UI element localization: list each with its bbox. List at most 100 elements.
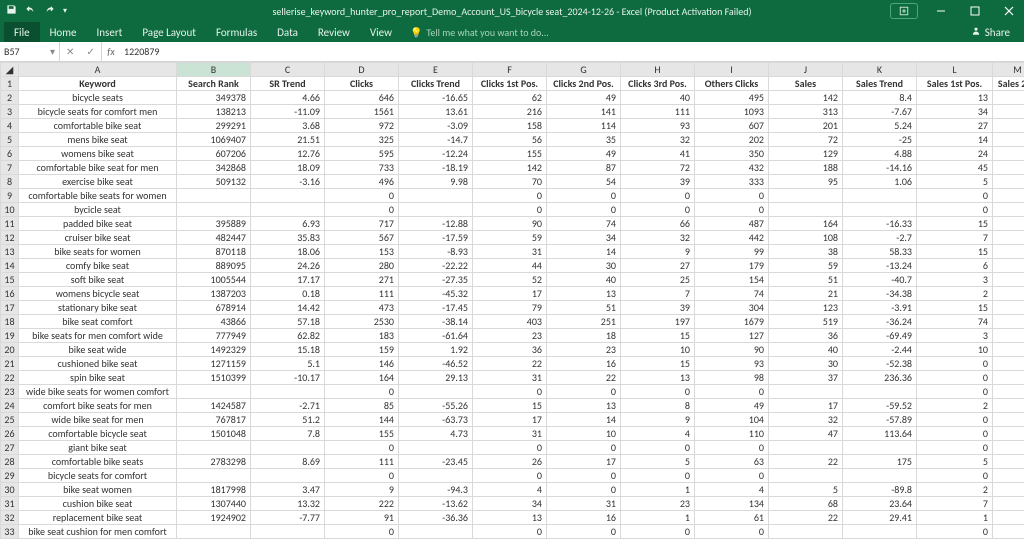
cell[interactable]: 0 <box>473 189 547 203</box>
cell[interactable]: 1561 <box>325 105 399 119</box>
cell[interactable]: 54 <box>547 175 621 189</box>
cell[interactable]: 24.26 <box>251 259 325 273</box>
cell[interactable]: -3.09 <box>399 119 473 133</box>
cell[interactable] <box>843 189 917 203</box>
cell[interactable] <box>399 385 473 399</box>
cell[interactable]: 0 <box>473 469 547 483</box>
cell[interactable]: 164 <box>325 371 399 385</box>
qat-dropdown-icon[interactable]: ▾ <box>63 6 67 16</box>
cell[interactable] <box>399 189 473 203</box>
cell[interactable]: 29.13 <box>399 371 473 385</box>
cell[interactable]: 113.64 <box>843 427 917 441</box>
cell[interactable]: 8 <box>993 147 1024 161</box>
cell[interactable]: 1501048 <box>177 427 251 441</box>
cell[interactable]: 2783298 <box>177 455 251 469</box>
cell[interactable]: Sales 1st Pos. <box>917 77 993 91</box>
cell[interactable]: 93 <box>695 357 769 371</box>
close-icon[interactable] <box>994 0 1024 22</box>
cell[interactable]: comfy bike seat <box>19 259 177 273</box>
cell[interactable]: 72 <box>621 161 695 175</box>
cell[interactable]: -7.77 <box>251 511 325 525</box>
cell[interactable]: 12.76 <box>251 147 325 161</box>
row-header[interactable]: 12 <box>1 231 19 245</box>
cell[interactable]: 0 <box>325 385 399 399</box>
row-header[interactable]: 16 <box>1 287 19 301</box>
cell[interactable]: 777949 <box>177 329 251 343</box>
cell[interactable]: 62.82 <box>251 329 325 343</box>
col-header[interactable]: K <box>843 63 917 77</box>
cell[interactable] <box>843 469 917 483</box>
cell[interactable]: 142 <box>769 91 843 105</box>
cell[interactable]: 15 <box>621 357 695 371</box>
cell[interactable]: 17 <box>547 455 621 469</box>
cell[interactable]: 0 <box>993 511 1024 525</box>
cell[interactable]: 1005544 <box>177 273 251 287</box>
cell[interactable]: -7.67 <box>843 105 917 119</box>
cell[interactable]: 38 <box>769 245 843 259</box>
cell[interactable]: -25 <box>843 133 917 147</box>
cell[interactable]: 0 <box>621 189 695 203</box>
cell[interactable]: 0 <box>695 525 769 539</box>
cell[interactable]: 2 <box>993 133 1024 147</box>
cell[interactable] <box>769 385 843 399</box>
cell[interactable]: 1.06 <box>843 175 917 189</box>
cell[interactable]: 15 <box>917 301 993 315</box>
cell[interactable] <box>251 189 325 203</box>
cell[interactable]: bike seat wide <box>19 343 177 357</box>
cell[interactable] <box>769 203 843 217</box>
tab-page-layout[interactable]: Page Layout <box>132 22 206 42</box>
cell[interactable]: SR Trend <box>251 77 325 91</box>
cell[interactable]: 72 <box>769 133 843 147</box>
cell[interactable]: 13 <box>547 399 621 413</box>
cell[interactable]: 0 <box>917 441 993 455</box>
cell[interactable]: 13 <box>621 371 695 385</box>
cell[interactable]: 110 <box>695 427 769 441</box>
row-header[interactable]: 11 <box>1 217 19 231</box>
cell[interactable]: bike seat comfort <box>19 315 177 329</box>
cell[interactable]: 0 <box>473 385 547 399</box>
cell[interactable]: 4 <box>621 427 695 441</box>
cell[interactable]: 0 <box>621 385 695 399</box>
cell[interactable]: 767817 <box>177 413 251 427</box>
row-header[interactable]: 24 <box>1 399 19 413</box>
cell[interactable]: 0 <box>993 413 1024 427</box>
cell[interactable]: 17 <box>473 413 547 427</box>
cell[interactable]: 93 <box>621 119 695 133</box>
cell[interactable]: -57.89 <box>843 413 917 427</box>
cell[interactable]: 32 <box>621 133 695 147</box>
cell[interactable]: 1492329 <box>177 343 251 357</box>
cell[interactable]: 7 <box>917 497 993 511</box>
cell[interactable] <box>177 385 251 399</box>
cell[interactable]: 40 <box>621 91 695 105</box>
cell[interactable]: 9 <box>621 245 695 259</box>
col-header[interactable]: M <box>993 63 1024 77</box>
cell[interactable]: 51 <box>547 301 621 315</box>
cell[interactable]: 5.24 <box>843 119 917 133</box>
cell[interactable]: womens bike seat <box>19 147 177 161</box>
name-box[interactable]: B57 ▾ <box>0 42 60 62</box>
cell[interactable]: 280 <box>325 259 399 273</box>
cell[interactable] <box>251 385 325 399</box>
cell[interactable]: -12.24 <box>399 147 473 161</box>
cell[interactable]: 8.4 <box>843 91 917 105</box>
cell[interactable]: bike seats for men comfort wide <box>19 329 177 343</box>
col-header[interactable]: E <box>399 63 473 77</box>
cell[interactable]: 49 <box>547 147 621 161</box>
cell[interactable]: 1093 <box>695 105 769 119</box>
cell[interactable] <box>843 441 917 455</box>
cell[interactable]: Clicks 3rd Pos. <box>621 77 695 91</box>
cell[interactable]: 5.1 <box>251 357 325 371</box>
cell[interactable]: 17 <box>473 287 547 301</box>
cell[interactable]: 509132 <box>177 175 251 189</box>
cell[interactable]: 123 <box>769 301 843 315</box>
cell[interactable]: 0 <box>993 525 1024 539</box>
cell[interactable]: Sales Trend <box>843 77 917 91</box>
undo-icon[interactable] <box>25 4 36 18</box>
cell[interactable]: 91 <box>325 511 399 525</box>
cell[interactable]: 22 <box>769 511 843 525</box>
cell[interactable]: 0 <box>547 385 621 399</box>
cell[interactable]: 18.06 <box>251 245 325 259</box>
cell[interactable]: 7 <box>917 231 993 245</box>
row-header[interactable]: 22 <box>1 371 19 385</box>
maximize-icon[interactable] <box>960 0 990 22</box>
